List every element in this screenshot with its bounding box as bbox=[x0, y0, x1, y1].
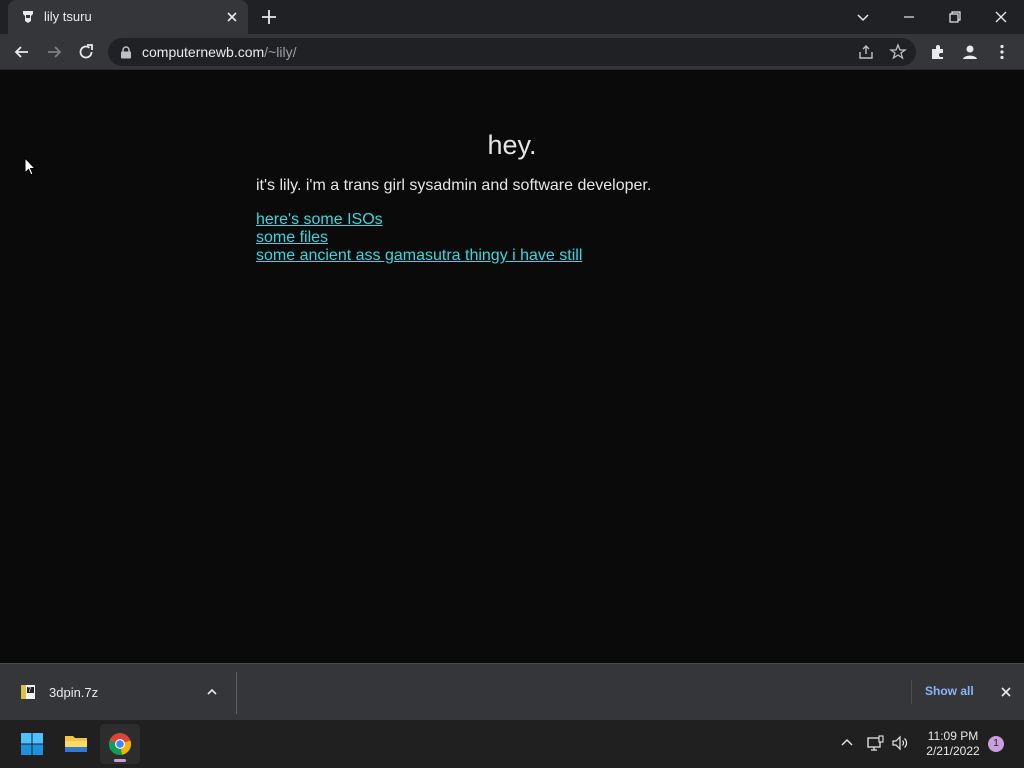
file-explorer-button[interactable] bbox=[56, 724, 96, 764]
notification-badge[interactable]: 1 bbox=[988, 736, 1004, 752]
show-all-separator bbox=[911, 680, 912, 704]
site-favicon-icon bbox=[23, 11, 33, 23]
archive-file-icon: 7 bbox=[21, 685, 35, 699]
forward-icon[interactable] bbox=[44, 42, 64, 62]
chrome-icon bbox=[108, 733, 132, 755]
url-path: /~lily/ bbox=[264, 44, 297, 60]
url-host: computernewb.com bbox=[142, 44, 265, 60]
chrome-taskbar-button[interactable] bbox=[100, 724, 140, 764]
tab-search-icon[interactable] bbox=[852, 6, 874, 28]
menu-kebab-icon[interactable] bbox=[992, 42, 1012, 62]
clock-time: 11:09 PM bbox=[927, 729, 979, 743]
download-shelf: 7 3dpin.7z Show all bbox=[0, 663, 1024, 720]
page-heading: hey. bbox=[487, 130, 537, 160]
clock-date: 2/21/2022 bbox=[926, 744, 980, 758]
lock-icon[interactable] bbox=[120, 46, 132, 59]
close-shelf-icon[interactable] bbox=[998, 684, 1014, 700]
volume-icon[interactable] bbox=[891, 734, 909, 752]
browser-tab[interactable]: lily tsuru bbox=[8, 0, 248, 34]
link-list: here's some ISOs some files some ancient… bbox=[256, 211, 582, 265]
share-icon[interactable] bbox=[857, 43, 875, 61]
link-isos[interactable]: here's some ISOs bbox=[256, 211, 582, 229]
mouse-cursor-icon bbox=[24, 157, 36, 176]
chevron-up-icon[interactable] bbox=[204, 684, 220, 700]
windows-taskbar: 11:09 PM 2/21/2022 bbox=[0, 720, 1024, 768]
download-file-name[interactable]: 3dpin.7z bbox=[49, 685, 98, 700]
tray-overflow-chevron-icon[interactable] bbox=[838, 734, 856, 752]
intro-text: it's lily. i'm a trans girl sysadmin and… bbox=[256, 177, 652, 194]
close-window-icon[interactable] bbox=[990, 6, 1012, 28]
minimize-icon[interactable] bbox=[898, 6, 920, 28]
show-all-button[interactable]: Show all bbox=[925, 684, 974, 698]
download-divider bbox=[236, 672, 237, 714]
windows-logo-icon bbox=[21, 733, 43, 755]
tab-title: lily tsuru bbox=[44, 9, 92, 24]
web-page: hey. it's lily. i'm a trans girl sysadmi… bbox=[0, 71, 1024, 663]
extensions-icon[interactable] bbox=[928, 42, 948, 62]
url-text[interactable]: computernewb.com/~lily/ bbox=[142, 44, 296, 60]
restore-icon[interactable] bbox=[944, 6, 966, 28]
browser-toolbar: computernewb.com/~lily/ bbox=[0, 34, 1024, 70]
network-icon[interactable] bbox=[866, 734, 884, 752]
start-button[interactable] bbox=[12, 724, 52, 764]
new-tab-icon[interactable] bbox=[260, 8, 278, 26]
profile-icon[interactable] bbox=[960, 42, 980, 62]
active-app-indicator bbox=[114, 759, 126, 762]
close-tab-icon[interactable] bbox=[224, 9, 240, 25]
system-clock[interactable]: 11:09 PM 2/21/2022 bbox=[918, 729, 988, 759]
link-files[interactable]: some files bbox=[256, 229, 582, 247]
address-bar[interactable]: computernewb.com/~lily/ bbox=[108, 38, 916, 66]
tab-strip: lily tsuru bbox=[0, 0, 1024, 34]
folder-icon bbox=[65, 736, 87, 752]
link-gamasutra[interactable]: some ancient ass gamasutra thingy i have… bbox=[256, 247, 582, 265]
reload-icon[interactable] bbox=[76, 42, 96, 62]
bookmark-star-icon[interactable] bbox=[889, 43, 907, 61]
back-icon[interactable] bbox=[12, 42, 32, 62]
